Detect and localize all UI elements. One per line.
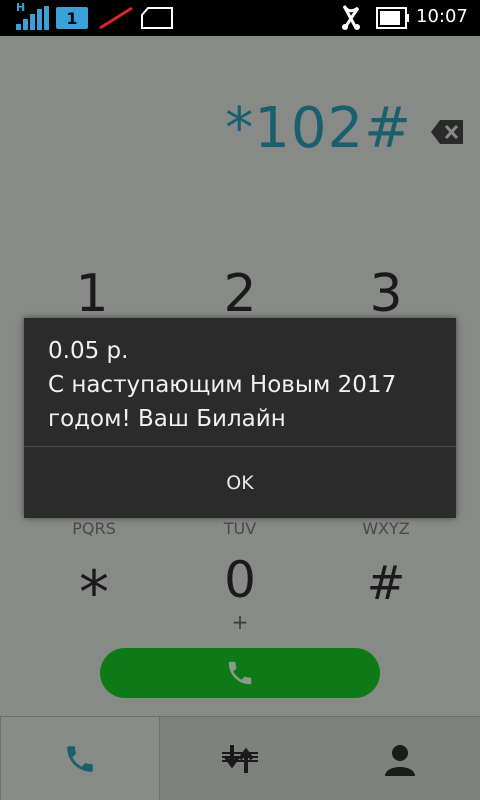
tab-contacts[interactable]: [320, 717, 480, 800]
key-0-plus: +: [231, 610, 249, 634]
key-digit: 3: [369, 264, 403, 324]
phone-icon: [67, 746, 93, 772]
key-3[interactable]: 3: [326, 264, 446, 324]
message-line-2: С наступающим Новым 2017: [48, 372, 397, 398]
key-star[interactable]: *: [34, 558, 154, 628]
menu-handle-icon[interactable]: [222, 752, 258, 762]
battery-icon: [376, 7, 409, 29]
key-digit: 2: [223, 264, 257, 324]
sim-slot-badge: 1: [56, 7, 88, 29]
key-7-letters[interactable]: PQRS: [34, 519, 154, 538]
ok-button[interactable]: OK: [24, 447, 456, 518]
tab-dialer[interactable]: [0, 717, 160, 800]
mute-icon: [342, 5, 360, 30]
key-8-letters[interactable]: TUV: [180, 519, 300, 538]
status-bar: H 1 10:07: [0, 0, 480, 36]
no-sim-icon: [99, 6, 133, 30]
message-line-3: годом! Ваш Билайн: [48, 406, 286, 432]
key-0[interactable]: 0: [180, 551, 300, 609]
key-9-letters[interactable]: WXYZ: [326, 519, 446, 538]
key-hash[interactable]: #: [326, 556, 446, 610]
dialog-message: 0.05 р. С наступающим Новым 2017 годом! …: [48, 334, 438, 436]
key-1[interactable]: 1: [32, 264, 152, 324]
backspace-icon[interactable]: [430, 119, 464, 145]
clock: 10:07: [416, 6, 468, 27]
signal-icon: [16, 6, 49, 30]
message-line-1: 0.05 р.: [48, 338, 129, 364]
sd-card-icon: [141, 7, 173, 29]
call-button[interactable]: [100, 648, 380, 698]
phone-icon: [228, 661, 252, 685]
key-digit: 1: [75, 264, 109, 324]
key-2[interactable]: 2: [180, 264, 300, 324]
ussd-dialog: 0.05 р. С наступающим Новым 2017 годом! …: [24, 318, 456, 518]
dialed-number[interactable]: *102#: [225, 96, 412, 161]
contact-icon: [385, 745, 415, 776]
